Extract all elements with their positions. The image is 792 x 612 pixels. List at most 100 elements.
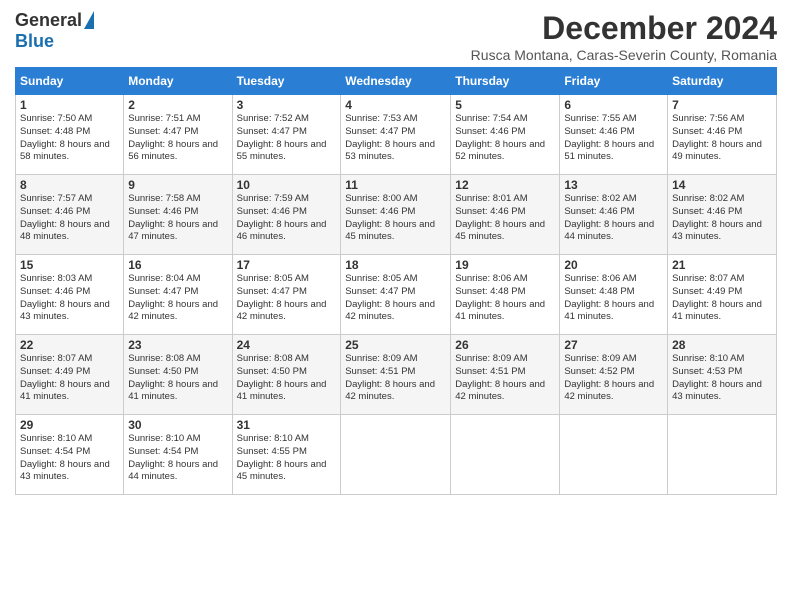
day-info: Sunrise: 8:02 AM Sunset: 4:46 PM Dayligh… [564, 193, 663, 244]
day-info: Sunrise: 8:10 AM Sunset: 4:54 PM Dayligh… [20, 433, 119, 484]
day-number: 3 [237, 98, 337, 112]
day-number: 19 [455, 258, 555, 272]
table-row: 8 Sunrise: 7:57 AM Sunset: 4:46 PM Dayli… [16, 175, 124, 255]
table-row: 4 Sunrise: 7:53 AM Sunset: 4:47 PM Dayli… [341, 95, 451, 175]
calendar-table: Sunday Monday Tuesday Wednesday Thursday… [15, 67, 777, 495]
day-info: Sunrise: 8:09 AM Sunset: 4:52 PM Dayligh… [564, 353, 663, 404]
calendar-week-row: 22 Sunrise: 8:07 AM Sunset: 4:49 PM Dayl… [16, 335, 777, 415]
calendar-week-row: 15 Sunrise: 8:03 AM Sunset: 4:46 PM Dayl… [16, 255, 777, 335]
table-row: 11 Sunrise: 8:00 AM Sunset: 4:46 PM Dayl… [341, 175, 451, 255]
day-info: Sunrise: 8:08 AM Sunset: 4:50 PM Dayligh… [237, 353, 337, 404]
table-row: 24 Sunrise: 8:08 AM Sunset: 4:50 PM Dayl… [232, 335, 341, 415]
day-info: Sunrise: 8:08 AM Sunset: 4:50 PM Dayligh… [128, 353, 227, 404]
day-info: Sunrise: 8:05 AM Sunset: 4:47 PM Dayligh… [345, 273, 446, 324]
table-row [451, 415, 560, 495]
table-row: 26 Sunrise: 8:09 AM Sunset: 4:51 PM Dayl… [451, 335, 560, 415]
title-section: December 2024 Rusca Montana, Caras-Sever… [471, 10, 777, 63]
day-number: 22 [20, 338, 119, 352]
calendar-header-row: Sunday Monday Tuesday Wednesday Thursday… [16, 68, 777, 95]
day-info: Sunrise: 8:02 AM Sunset: 4:46 PM Dayligh… [672, 193, 772, 244]
day-info: Sunrise: 8:07 AM Sunset: 4:49 PM Dayligh… [20, 353, 119, 404]
day-number: 25 [345, 338, 446, 352]
subtitle: Rusca Montana, Caras-Severin County, Rom… [471, 47, 777, 63]
table-row [668, 415, 777, 495]
col-thursday: Thursday [451, 68, 560, 95]
calendar-week-row: 8 Sunrise: 7:57 AM Sunset: 4:46 PM Dayli… [16, 175, 777, 255]
day-info: Sunrise: 8:05 AM Sunset: 4:47 PM Dayligh… [237, 273, 337, 324]
day-info: Sunrise: 8:03 AM Sunset: 4:46 PM Dayligh… [20, 273, 119, 324]
day-info: Sunrise: 8:10 AM Sunset: 4:53 PM Dayligh… [672, 353, 772, 404]
col-sunday: Sunday [16, 68, 124, 95]
col-tuesday: Tuesday [232, 68, 341, 95]
table-row: 3 Sunrise: 7:52 AM Sunset: 4:47 PM Dayli… [232, 95, 341, 175]
day-number: 31 [237, 418, 337, 432]
day-number: 12 [455, 178, 555, 192]
table-row: 10 Sunrise: 7:59 AM Sunset: 4:46 PM Dayl… [232, 175, 341, 255]
col-monday: Monday [124, 68, 232, 95]
logo-general-text: General [15, 10, 82, 31]
day-info: Sunrise: 8:10 AM Sunset: 4:55 PM Dayligh… [237, 433, 337, 484]
table-row: 9 Sunrise: 7:58 AM Sunset: 4:46 PM Dayli… [124, 175, 232, 255]
day-number: 18 [345, 258, 446, 272]
day-info: Sunrise: 7:58 AM Sunset: 4:46 PM Dayligh… [128, 193, 227, 244]
day-number: 20 [564, 258, 663, 272]
day-number: 15 [20, 258, 119, 272]
table-row: 29 Sunrise: 8:10 AM Sunset: 4:54 PM Dayl… [16, 415, 124, 495]
table-row: 19 Sunrise: 8:06 AM Sunset: 4:48 PM Dayl… [451, 255, 560, 335]
day-info: Sunrise: 7:57 AM Sunset: 4:46 PM Dayligh… [20, 193, 119, 244]
day-number: 13 [564, 178, 663, 192]
day-info: Sunrise: 8:06 AM Sunset: 4:48 PM Dayligh… [455, 273, 555, 324]
day-info: Sunrise: 8:01 AM Sunset: 4:46 PM Dayligh… [455, 193, 555, 244]
day-number: 10 [237, 178, 337, 192]
table-row: 6 Sunrise: 7:55 AM Sunset: 4:46 PM Dayli… [560, 95, 668, 175]
day-number: 2 [128, 98, 227, 112]
day-info: Sunrise: 8:04 AM Sunset: 4:47 PM Dayligh… [128, 273, 227, 324]
day-number: 7 [672, 98, 772, 112]
day-info: Sunrise: 7:59 AM Sunset: 4:46 PM Dayligh… [237, 193, 337, 244]
table-row [560, 415, 668, 495]
table-row: 23 Sunrise: 8:08 AM Sunset: 4:50 PM Dayl… [124, 335, 232, 415]
day-number: 5 [455, 98, 555, 112]
day-number: 21 [672, 258, 772, 272]
calendar-week-row: 1 Sunrise: 7:50 AM Sunset: 4:48 PM Dayli… [16, 95, 777, 175]
logo-blue-text: Blue [15, 31, 54, 52]
day-number: 9 [128, 178, 227, 192]
day-number: 23 [128, 338, 227, 352]
table-row: 14 Sunrise: 8:02 AM Sunset: 4:46 PM Dayl… [668, 175, 777, 255]
day-number: 4 [345, 98, 446, 112]
day-info: Sunrise: 7:56 AM Sunset: 4:46 PM Dayligh… [672, 113, 772, 164]
col-wednesday: Wednesday [341, 68, 451, 95]
col-friday: Friday [560, 68, 668, 95]
day-number: 1 [20, 98, 119, 112]
table-row: 25 Sunrise: 8:09 AM Sunset: 4:51 PM Dayl… [341, 335, 451, 415]
main-title: December 2024 [471, 10, 777, 47]
table-row: 2 Sunrise: 7:51 AM Sunset: 4:47 PM Dayli… [124, 95, 232, 175]
table-row: 17 Sunrise: 8:05 AM Sunset: 4:47 PM Dayl… [232, 255, 341, 335]
day-info: Sunrise: 8:10 AM Sunset: 4:54 PM Dayligh… [128, 433, 227, 484]
calendar-week-row: 29 Sunrise: 8:10 AM Sunset: 4:54 PM Dayl… [16, 415, 777, 495]
table-row: 27 Sunrise: 8:09 AM Sunset: 4:52 PM Dayl… [560, 335, 668, 415]
table-row: 13 Sunrise: 8:02 AM Sunset: 4:46 PM Dayl… [560, 175, 668, 255]
day-info: Sunrise: 7:54 AM Sunset: 4:46 PM Dayligh… [455, 113, 555, 164]
day-info: Sunrise: 8:00 AM Sunset: 4:46 PM Dayligh… [345, 193, 446, 244]
table-row: 28 Sunrise: 8:10 AM Sunset: 4:53 PM Dayl… [668, 335, 777, 415]
day-info: Sunrise: 7:50 AM Sunset: 4:48 PM Dayligh… [20, 113, 119, 164]
logo-triangle-icon [84, 11, 94, 29]
table-row: 18 Sunrise: 8:05 AM Sunset: 4:47 PM Dayl… [341, 255, 451, 335]
page: General Blue December 2024 Rusca Montana… [0, 0, 792, 612]
day-number: 6 [564, 98, 663, 112]
day-info: Sunrise: 8:09 AM Sunset: 4:51 PM Dayligh… [345, 353, 446, 404]
table-row: 20 Sunrise: 8:06 AM Sunset: 4:48 PM Dayl… [560, 255, 668, 335]
table-row: 30 Sunrise: 8:10 AM Sunset: 4:54 PM Dayl… [124, 415, 232, 495]
day-info: Sunrise: 8:07 AM Sunset: 4:49 PM Dayligh… [672, 273, 772, 324]
day-info: Sunrise: 7:53 AM Sunset: 4:47 PM Dayligh… [345, 113, 446, 164]
table-row: 16 Sunrise: 8:04 AM Sunset: 4:47 PM Dayl… [124, 255, 232, 335]
day-number: 29 [20, 418, 119, 432]
day-info: Sunrise: 7:51 AM Sunset: 4:47 PM Dayligh… [128, 113, 227, 164]
day-number: 8 [20, 178, 119, 192]
table-row: 15 Sunrise: 8:03 AM Sunset: 4:46 PM Dayl… [16, 255, 124, 335]
table-row: 12 Sunrise: 8:01 AM Sunset: 4:46 PM Dayl… [451, 175, 560, 255]
table-row: 31 Sunrise: 8:10 AM Sunset: 4:55 PM Dayl… [232, 415, 341, 495]
day-number: 11 [345, 178, 446, 192]
day-number: 16 [128, 258, 227, 272]
